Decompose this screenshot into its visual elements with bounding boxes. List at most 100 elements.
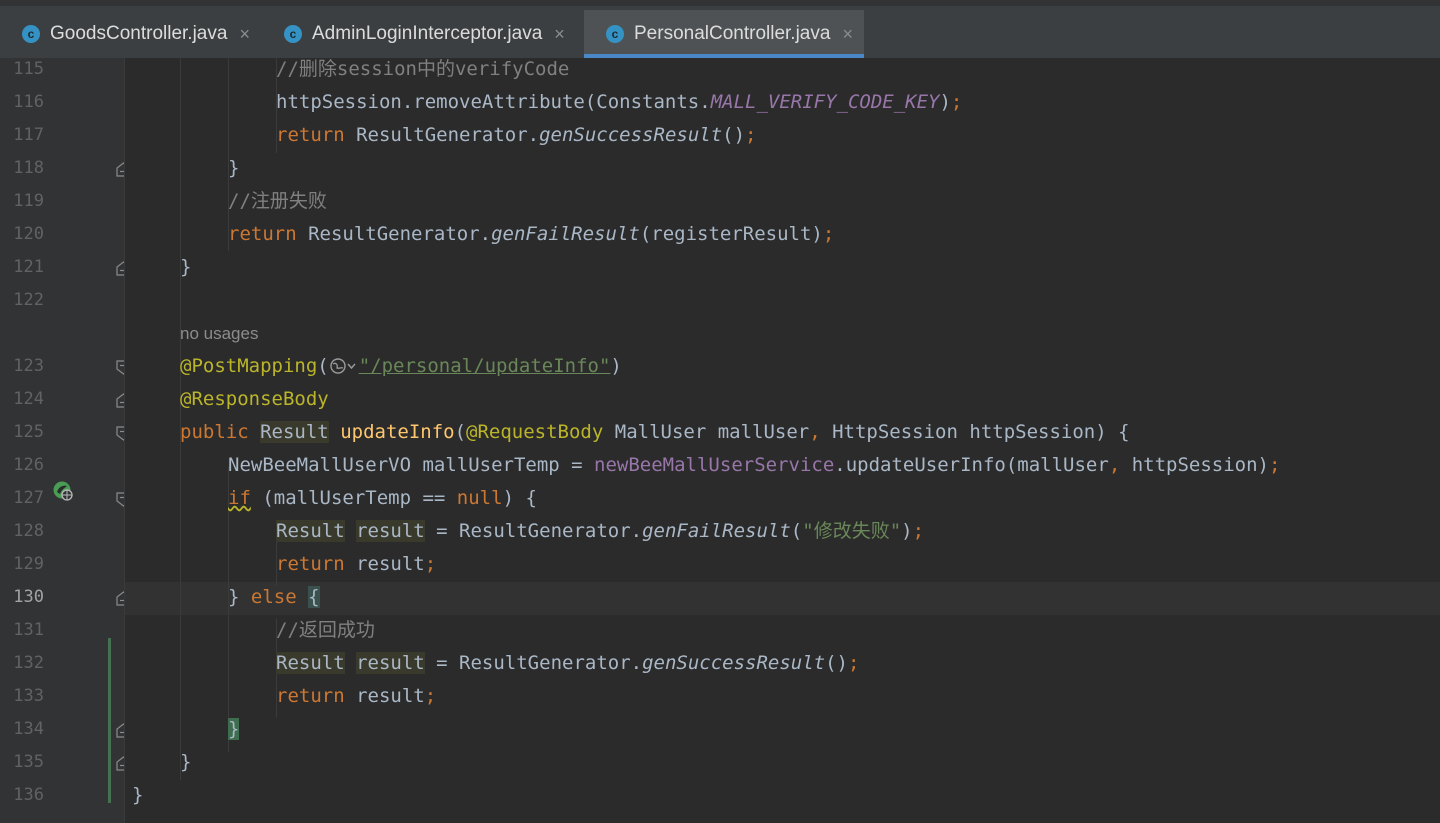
code-line-116: httpSession.removeAttribute(Constants.MA… bbox=[125, 86, 962, 119]
spring-endpoint-icon[interactable] bbox=[52, 480, 74, 502]
code-line-123: @PostMapping("/personal/updateInfo") bbox=[125, 350, 622, 383]
close-tab-icon[interactable]: × bbox=[842, 24, 853, 45]
code-method-call: genSuccessResult bbox=[642, 652, 826, 674]
close-tab-icon[interactable]: × bbox=[554, 24, 565, 45]
line-number: 116 bbox=[13, 92, 44, 112]
code-comment: //删除session中的verifyCode bbox=[276, 58, 570, 80]
code-text: ( bbox=[790, 520, 803, 542]
code-keyword: return bbox=[276, 124, 345, 146]
code-comma: , bbox=[809, 421, 821, 443]
line-number: 121 bbox=[13, 257, 44, 277]
tab-admin-login-interceptor[interactable]: c AdminLoginInterceptor.java × bbox=[262, 10, 584, 58]
line-number: 123 bbox=[13, 356, 44, 376]
code-text: () bbox=[722, 124, 746, 146]
code-text: ( bbox=[454, 421, 467, 443]
tab-goods-controller[interactable]: c GoodsController.java × bbox=[0, 10, 262, 58]
tab-bar-top-strip bbox=[0, 0, 1440, 6]
code-brace: } bbox=[132, 784, 144, 806]
code-text: (mallUserTemp == bbox=[250, 487, 457, 509]
code-keyword: else bbox=[250, 586, 297, 608]
code-inlay-hint-row: no usages bbox=[125, 317, 258, 350]
line-number: 128 bbox=[13, 521, 44, 541]
close-tab-icon[interactable]: × bbox=[239, 24, 250, 45]
line-number: 135 bbox=[13, 752, 44, 772]
code-text: = ResultGenerator. bbox=[424, 652, 643, 674]
line-number: 126 bbox=[13, 455, 44, 475]
code-line-133: return result; bbox=[125, 680, 436, 713]
code-type: Result bbox=[276, 652, 345, 674]
code-semicolon: ; bbox=[912, 520, 925, 542]
code-comment: //返回成功 bbox=[276, 619, 375, 641]
code-method-call: genFailResult bbox=[642, 520, 791, 542]
code-keyword: return bbox=[228, 223, 297, 245]
no-usages-hint[interactable]: no usages bbox=[180, 324, 258, 343]
line-number: 129 bbox=[13, 554, 44, 574]
matched-brace: } bbox=[228, 718, 240, 740]
method-declaration: updateInfo bbox=[340, 421, 455, 443]
line-number: 125 bbox=[13, 422, 44, 442]
current-line-highlight bbox=[125, 582, 1440, 615]
code-keyword-warning[interactable]: if bbox=[228, 487, 251, 509]
code-keyword: public bbox=[180, 421, 249, 443]
web-endpoint-icon[interactable] bbox=[329, 350, 359, 383]
code-type: Result bbox=[260, 421, 329, 443]
code-comma: , bbox=[1108, 454, 1121, 476]
code-brace: } bbox=[228, 157, 240, 179]
code-type: Result bbox=[276, 520, 345, 542]
line-number: 118 bbox=[13, 158, 44, 178]
matched-brace: { bbox=[308, 586, 320, 608]
tab-label: AdminLoginInterceptor.java bbox=[312, 23, 543, 44]
tab-label: GoodsController.java bbox=[50, 23, 228, 44]
code-text: ) bbox=[901, 520, 913, 542]
endpoint-path-link[interactable]: "/personal/updateInfo" bbox=[359, 355, 611, 377]
line-number: 115 bbox=[13, 59, 44, 79]
code-string: "修改失败" bbox=[802, 520, 902, 542]
java-class-icon: c bbox=[606, 25, 624, 43]
code-line-130: } else { bbox=[125, 581, 320, 614]
line-number: 120 bbox=[13, 224, 44, 244]
code-text: = ResultGenerator. bbox=[424, 520, 643, 542]
code-text: ResultGenerator. bbox=[344, 124, 540, 146]
code-keyword: null bbox=[456, 487, 503, 509]
line-number: 131 bbox=[13, 620, 44, 640]
code-text: result bbox=[344, 685, 425, 707]
tab-personal-controller[interactable]: c PersonalController.java × bbox=[584, 10, 864, 58]
line-number: 119 bbox=[13, 191, 44, 211]
line-number: 127 bbox=[13, 488, 44, 508]
code-line-124: @ResponseBody bbox=[125, 383, 329, 416]
code-line-121: } bbox=[125, 251, 191, 284]
code-text: MallUser mallUser bbox=[603, 421, 810, 443]
code-text: HttpSession httpSession) { bbox=[820, 421, 1130, 443]
line-number: 132 bbox=[13, 653, 44, 673]
code-line-136: } bbox=[125, 779, 143, 812]
code-annotation: @RequestBody bbox=[466, 421, 604, 443]
code-text: ) bbox=[610, 355, 622, 377]
vcs-change-marker[interactable] bbox=[108, 638, 111, 803]
code-text: NewBeeMallUserVO mallUserTemp = bbox=[228, 454, 595, 476]
code-line-129: return result; bbox=[125, 548, 436, 581]
code-text: ( bbox=[317, 355, 329, 377]
java-class-icon: c bbox=[22, 25, 40, 43]
editor-tab-bar: c GoodsController.java × c AdminLoginInt… bbox=[0, 0, 1440, 59]
code-semicolon: ; bbox=[424, 553, 437, 575]
line-number: 117 bbox=[13, 125, 44, 145]
line-number-gutter: 115 116 117 118 119 120 121 122 123 124 … bbox=[0, 58, 131, 823]
code-text: ) bbox=[939, 91, 951, 113]
code-editor[interactable]: //删除session中的verifyCode httpSession.remo… bbox=[125, 58, 1440, 823]
code-keyword: return bbox=[276, 685, 345, 707]
code-semicolon: ; bbox=[950, 91, 963, 113]
code-semicolon: ; bbox=[848, 652, 860, 674]
code-annotation: @ResponseBody bbox=[180, 388, 329, 410]
code-comment: //注册失败 bbox=[228, 190, 327, 212]
code-text: result bbox=[344, 553, 425, 575]
code-line-135: } bbox=[125, 746, 191, 779]
code-constant: MALL_VERIFY_CODE_KEY bbox=[710, 91, 940, 113]
code-text: (registerResult) bbox=[639, 223, 823, 245]
code-line-132: Result result = ResultGenerator.genSucce… bbox=[125, 647, 859, 680]
code-semicolon: ; bbox=[822, 223, 835, 245]
code-text: .updateUserInfo(mallUser bbox=[834, 454, 1109, 476]
code-field: newBeeMallUserService bbox=[594, 454, 835, 476]
current-line-number: 130 bbox=[13, 587, 44, 607]
line-number: 136 bbox=[13, 785, 44, 805]
code-brace: } bbox=[180, 751, 192, 773]
